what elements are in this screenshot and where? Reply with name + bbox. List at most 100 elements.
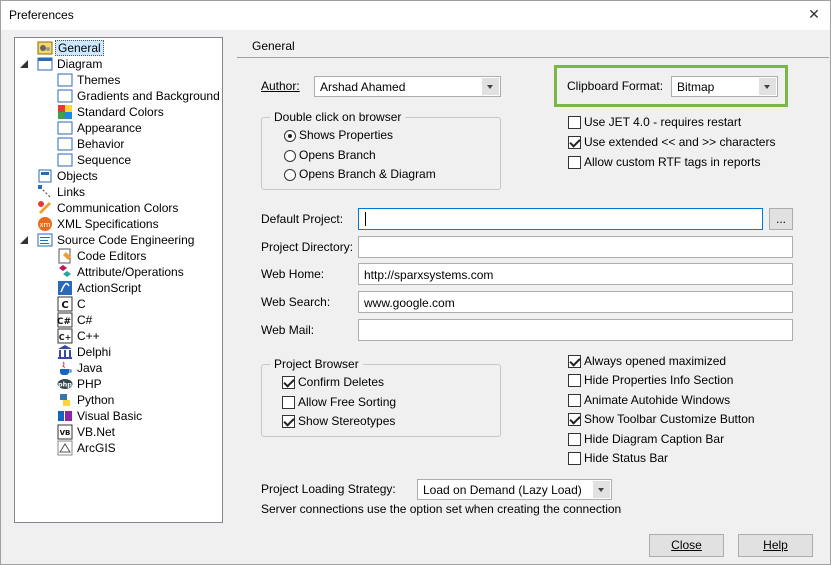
collapse-icon[interactable] xyxy=(19,59,29,69)
tree-item-c[interactable]: C C xyxy=(19,296,219,312)
web-home-field[interactable]: http://sparxsystems.com xyxy=(358,263,793,285)
header-divider xyxy=(237,57,829,58)
tree-label: Sequence xyxy=(77,153,132,167)
help-button[interactable]: Help xyxy=(738,534,813,557)
author-select[interactable]: Arshad Ahamed xyxy=(314,76,501,97)
c-icon: C xyxy=(57,296,73,312)
chevron-down-icon[interactable] xyxy=(593,481,610,498)
tree-item-links[interactable]: Links xyxy=(19,184,219,200)
visual-basic-icon xyxy=(58,411,72,421)
chevron-down-icon[interactable] xyxy=(759,78,776,95)
preferences-window: Preferences ✕ General Diagram Themes Gra… xyxy=(0,0,831,565)
checkbox-label: Confirm Deletes xyxy=(298,375,385,389)
checkbox-icon[interactable] xyxy=(568,116,581,129)
checkbox-icon[interactable] xyxy=(282,415,295,428)
tree-item-python[interactable]: Python xyxy=(19,392,219,408)
web-home-value: http://sparxsystems.com xyxy=(364,268,494,282)
tree-item-java[interactable]: Java xyxy=(19,360,219,376)
tree-item-actionscript[interactable]: ActionScript xyxy=(19,280,219,296)
python-icon xyxy=(60,394,70,406)
tree-item-arcgis[interactable]: ArcGIS xyxy=(19,440,219,456)
general-icon xyxy=(37,41,53,55)
svg-text:C: C xyxy=(61,300,68,311)
chevron-down-icon[interactable] xyxy=(482,78,499,95)
tree-label: Attribute/Operations xyxy=(77,265,184,279)
default-project-field[interactable] xyxy=(358,208,763,230)
tree-label: Java xyxy=(77,361,103,375)
tree-item-behavior[interactable]: Behavior xyxy=(19,136,219,152)
tree-item-csharp[interactable]: C# C# xyxy=(19,312,219,328)
close-button-label: Close xyxy=(671,538,702,552)
loading-strategy-select[interactable]: Load on Demand (Lazy Load) xyxy=(417,479,612,500)
checkbox-icon[interactable] xyxy=(282,396,295,409)
attribute-operations-icon xyxy=(59,265,71,277)
radio-icon[interactable] xyxy=(284,169,296,181)
tree-item-gradients[interactable]: Gradients and Background xyxy=(19,88,220,104)
tree-item-vbnet[interactable]: VB VB.Net xyxy=(19,424,219,440)
group-title: Double click on browser xyxy=(270,110,406,124)
checkbox-icon[interactable] xyxy=(568,413,581,426)
delphi-icon xyxy=(58,345,72,359)
php-icon: php xyxy=(57,379,73,389)
web-search-field[interactable]: www.google.com xyxy=(358,291,793,313)
browse-button[interactable]: ... xyxy=(769,208,793,230)
tree-item-standard-colors[interactable]: Standard Colors xyxy=(19,104,219,120)
tree-item-source-code-engineering[interactable]: Source Code Engineering xyxy=(19,232,219,248)
tree-item-communication-colors[interactable]: Communication Colors xyxy=(19,200,219,216)
web-mail-field[interactable] xyxy=(358,319,793,341)
tree-label: ArcGIS xyxy=(77,441,116,455)
tree-label: XML Specifications xyxy=(57,217,159,231)
checkbox-icon[interactable] xyxy=(568,136,581,149)
tree-label: PHP xyxy=(77,377,102,391)
tree-item-delphi[interactable]: Delphi xyxy=(19,344,219,360)
close-window-icon[interactable]: ✕ xyxy=(806,6,822,22)
tree-item-general[interactable]: General xyxy=(19,40,219,56)
tree-label: General xyxy=(55,40,104,56)
tree-item-themes[interactable]: Themes xyxy=(19,72,219,88)
tree-label: Delphi xyxy=(77,345,112,359)
checkbox-label: Hide Diagram Caption Bar xyxy=(584,432,725,446)
checkbox-icon[interactable] xyxy=(568,394,581,407)
svg-text:C+: C+ xyxy=(59,333,72,342)
checkbox-icon[interactable] xyxy=(568,374,581,387)
loading-strategy-note: Server connections use the option set wh… xyxy=(261,502,622,516)
tree-item-php[interactable]: php PHP xyxy=(19,376,219,392)
tree-item-visual-basic[interactable]: Visual Basic xyxy=(19,408,219,424)
checkbox-label: Allow custom RTF tags in reports xyxy=(584,155,761,169)
window-title: Preferences xyxy=(9,8,74,22)
tree-item-cpp[interactable]: C+ C++ xyxy=(19,328,219,344)
checkbox-label: Hide Status Bar xyxy=(584,451,669,465)
themes-icon xyxy=(57,73,73,87)
clipboard-format-label: Clipboard Format: xyxy=(567,79,664,93)
browse-label: ... xyxy=(775,212,786,226)
close-button[interactable]: Close xyxy=(649,534,724,557)
tree-label: Python xyxy=(77,393,115,407)
checkbox-icon[interactable] xyxy=(282,376,295,389)
tree-item-diagram[interactable]: Diagram xyxy=(19,56,219,72)
tree-item-xml-specifications[interactable]: xm XML Specifications xyxy=(19,216,219,232)
tree-item-code-editors[interactable]: Code Editors xyxy=(19,248,219,264)
tree-item-attribute-operations[interactable]: Attribute/Operations xyxy=(19,264,219,280)
tree-label: ActionScript xyxy=(77,281,142,295)
checkbox-icon[interactable] xyxy=(568,452,581,465)
checkbox-icon[interactable] xyxy=(568,355,581,368)
checkbox-icon[interactable] xyxy=(568,156,581,169)
tree-label: Links xyxy=(57,185,86,199)
checkbox-icon[interactable] xyxy=(568,433,581,446)
tree-label: Themes xyxy=(77,73,121,87)
cpp-icon: C+ xyxy=(57,328,73,344)
web-mail-label: Web Mail: xyxy=(261,323,315,337)
radio-icon[interactable] xyxy=(284,130,296,142)
preferences-tree[interactable]: General Diagram Themes Gradients and Bac… xyxy=(14,37,223,523)
tree-item-sequence[interactable]: Sequence xyxy=(19,152,219,168)
tree-item-appearance[interactable]: Appearance xyxy=(19,120,219,136)
tree-item-objects[interactable]: Objects xyxy=(19,168,219,184)
sequence-icon xyxy=(57,153,73,167)
collapse-icon[interactable] xyxy=(19,235,29,245)
loading-strategy-label: Project Loading Strategy: xyxy=(261,482,396,496)
tree-label: C# xyxy=(77,313,93,327)
gradients-icon xyxy=(57,89,73,103)
clipboard-format-select[interactable]: Bitmap xyxy=(671,76,778,97)
project-directory-field[interactable] xyxy=(358,236,793,258)
radio-icon[interactable] xyxy=(284,150,296,162)
